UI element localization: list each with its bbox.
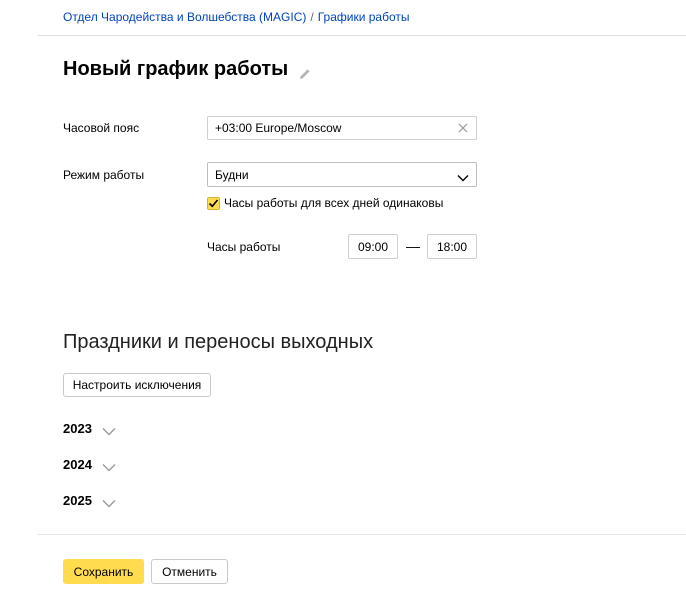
breadcrumb-separator: / xyxy=(310,10,314,24)
year-label: 2024 xyxy=(63,457,92,472)
timezone-value: +03:00 Europe/Moscow xyxy=(215,121,342,135)
holidays-section-title: Праздники и переносы выходных xyxy=(63,331,374,353)
same-hours-checkbox[interactable] xyxy=(207,196,220,210)
chevron-down-icon xyxy=(102,496,116,508)
configure-exceptions-button[interactable]: Настроить исключения xyxy=(63,373,211,397)
work-mode-select[interactable]: Будни xyxy=(207,162,477,187)
hours-from-input[interactable]: 09:00 xyxy=(348,234,398,259)
same-hours-checkbox-row[interactable]: Часы работы для всех дней одинаковы xyxy=(207,196,443,210)
chevron-down-icon xyxy=(102,460,116,472)
year-toggle-2024[interactable]: 2024 xyxy=(63,457,116,472)
page-title: Новый график работы xyxy=(63,58,289,80)
year-label: 2023 xyxy=(63,421,92,436)
top-divider xyxy=(38,35,686,36)
breadcrumb-current-link[interactable]: Графики работы xyxy=(318,10,410,24)
save-button[interactable]: Сохранить xyxy=(63,559,144,584)
page-title-row: Новый график работы xyxy=(63,58,312,81)
timezone-input[interactable]: +03:00 Europe/Moscow xyxy=(207,116,477,140)
hours-to-input[interactable]: 18:00 xyxy=(427,234,477,259)
hours-label: Часы работы xyxy=(207,240,281,254)
chevron-down-icon xyxy=(457,171,469,181)
breadcrumb: Отдел Чародейства и Волшебства (MAGIC) /… xyxy=(63,10,410,24)
cancel-button[interactable]: Отменить xyxy=(151,559,228,584)
year-toggle-2023[interactable]: 2023 xyxy=(63,421,116,436)
same-hours-label: Часы работы для всех дней одинаковы xyxy=(224,196,444,210)
breadcrumb-department-link[interactable]: Отдел Чародейства и Волшебства (MAGIC) xyxy=(63,10,306,24)
year-label: 2025 xyxy=(63,493,92,508)
hours-dash: — xyxy=(406,238,420,254)
mode-label: Режим работы xyxy=(63,168,145,182)
work-mode-value: Будни xyxy=(215,167,249,182)
checkmark-icon xyxy=(208,198,219,207)
year-toggle-2025[interactable]: 2025 xyxy=(63,493,116,508)
bottom-divider xyxy=(38,534,686,535)
timezone-label: Часовой пояс xyxy=(63,121,140,135)
clear-icon[interactable] xyxy=(457,122,469,134)
pencil-icon[interactable] xyxy=(298,64,312,79)
chevron-down-icon xyxy=(102,424,116,436)
